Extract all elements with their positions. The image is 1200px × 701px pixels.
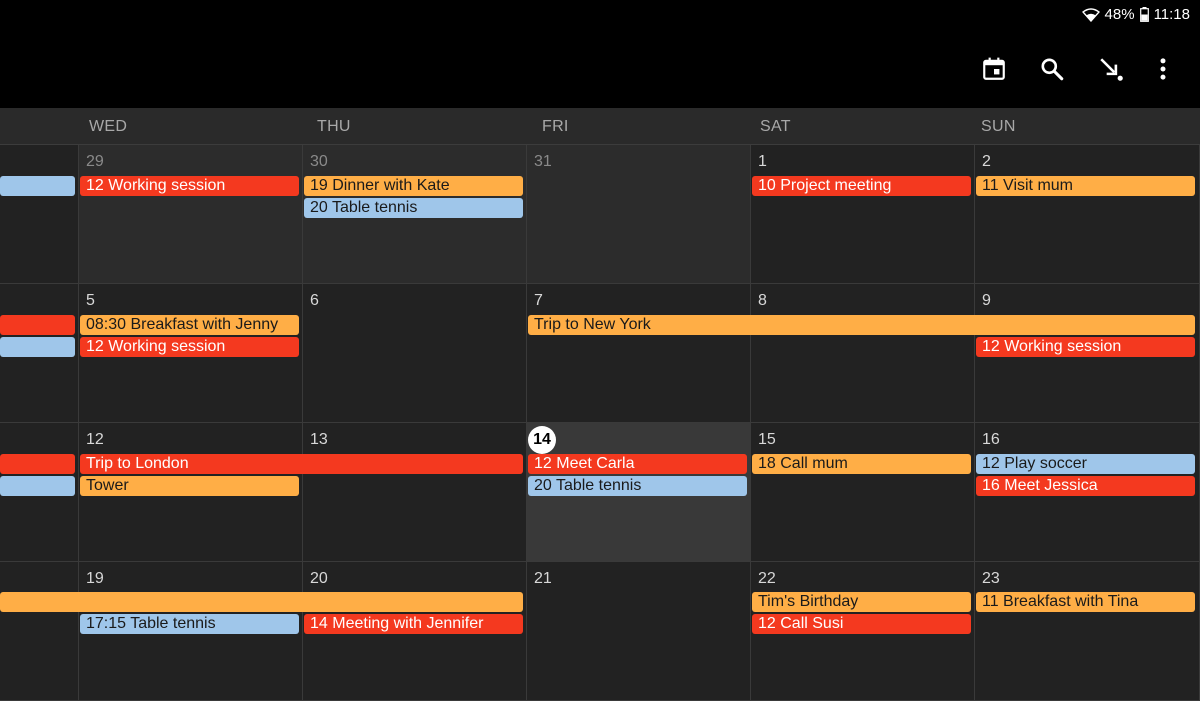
today-day-number: 14 — [528, 426, 556, 454]
event-chip[interactable] — [0, 176, 75, 196]
event-chip[interactable]: 08:30 Breakfast with Jenny — [80, 315, 299, 335]
event-chip[interactable]: 20 Table tennis — [304, 198, 523, 218]
day-number: 22 — [758, 570, 776, 587]
day-cell[interactable]: 29 — [79, 145, 303, 284]
day-number: 12 — [86, 431, 104, 448]
day-cell[interactable]: 1 — [751, 145, 975, 284]
weekday-label: SUN — [981, 118, 1016, 135]
event-chip-multiday[interactable]: Trip to London — [80, 454, 523, 474]
day-number: 19 — [86, 570, 104, 587]
month-grid: 29 30 31 1 2 5 6 7 8 9 12 13 14 15 16 19… — [0, 145, 1200, 701]
event-chip[interactable]: 12 Working session — [976, 337, 1195, 357]
weekday-label: THU — [317, 118, 351, 135]
event-chip-multiday[interactable]: Trip to New York — [528, 315, 1195, 335]
day-cell[interactable]: 7 — [527, 284, 751, 423]
battery-percent: 48% — [1104, 6, 1135, 23]
day-number: 30 — [310, 153, 328, 170]
toolbar — [0, 32, 1200, 108]
day-number: 9 — [982, 292, 991, 309]
weekday-label: SAT — [760, 118, 791, 135]
day-number: 2 — [982, 153, 991, 170]
event-chip[interactable]: 12 Working session — [80, 176, 299, 196]
event-chip[interactable]: 11 Visit mum — [976, 176, 1195, 196]
event-chip[interactable]: 18 Call mum — [752, 454, 971, 474]
wifi-icon — [1081, 7, 1100, 22]
weekday-label: FRI — [542, 118, 569, 135]
event-chip[interactable]: 16 Meet Jessica — [976, 476, 1195, 496]
battery-icon — [1139, 7, 1149, 22]
day-number: 5 — [86, 292, 95, 309]
event-chip[interactable]: 12 Meet Carla — [528, 454, 747, 474]
event-chip[interactable]: 12 Call Susi — [752, 614, 971, 634]
day-cell[interactable]: 31 — [527, 145, 751, 284]
day-number: 29 — [86, 153, 104, 170]
day-number: 31 — [534, 153, 552, 170]
event-chip[interactable]: Tim's Birthday — [752, 592, 971, 612]
status-bar: 48% 11:18 — [0, 0, 1200, 32]
search-icon[interactable] — [1039, 56, 1065, 82]
event-chip[interactable]: 19 Dinner with Kate — [304, 176, 523, 196]
day-cell[interactable]: 13 — [303, 423, 527, 562]
day-number: 6 — [310, 292, 319, 309]
clock-time: 11:18 — [1153, 6, 1190, 23]
day-cell[interactable]: 15 — [751, 423, 975, 562]
day-cell[interactable]: 21 — [527, 562, 751, 701]
event-chip-multiday[interactable] — [0, 592, 523, 612]
day-cell[interactable]: 8 — [751, 284, 975, 423]
event-chip[interactable] — [0, 337, 75, 357]
weekday-label: WED — [89, 118, 128, 135]
event-chip[interactable]: 17:15 Table tennis — [80, 614, 299, 634]
day-cell[interactable]: 2 — [975, 145, 1200, 284]
day-number: 13 — [310, 431, 328, 448]
calendar-today-icon[interactable] — [981, 56, 1007, 82]
more-vert-icon[interactable] — [1150, 56, 1176, 82]
day-number: 23 — [982, 570, 1000, 587]
go-to-now-icon[interactable] — [1098, 56, 1124, 82]
day-number: 15 — [758, 431, 776, 448]
day-number: 7 — [534, 292, 543, 309]
event-chip[interactable] — [0, 454, 75, 474]
day-cell[interactable]: 23 — [975, 562, 1200, 701]
day-cell[interactable] — [0, 145, 79, 284]
event-chip[interactable] — [0, 476, 75, 496]
event-chip[interactable] — [0, 315, 75, 335]
event-chip[interactable]: 10 Project meeting — [752, 176, 971, 196]
event-chip[interactable]: 11 Breakfast with Tina — [976, 592, 1195, 612]
day-cell[interactable]: 6 — [303, 284, 527, 423]
day-number: 20 — [310, 570, 328, 587]
day-number: 16 — [982, 431, 1000, 448]
day-number: 21 — [534, 570, 552, 587]
event-chip[interactable]: Tower — [80, 476, 299, 496]
event-chip[interactable]: 14 Meeting with Jennifer — [304, 614, 523, 634]
event-chip[interactable]: 20 Table tennis — [528, 476, 747, 496]
day-cell[interactable] — [0, 562, 79, 701]
day-number: 1 — [758, 153, 767, 170]
weekday-header: WED THU FRI SAT SUN — [0, 108, 1200, 145]
day-number: 8 — [758, 292, 767, 309]
event-chip[interactable]: 12 Play soccer — [976, 454, 1195, 474]
event-chip[interactable]: 12 Working session — [80, 337, 299, 357]
